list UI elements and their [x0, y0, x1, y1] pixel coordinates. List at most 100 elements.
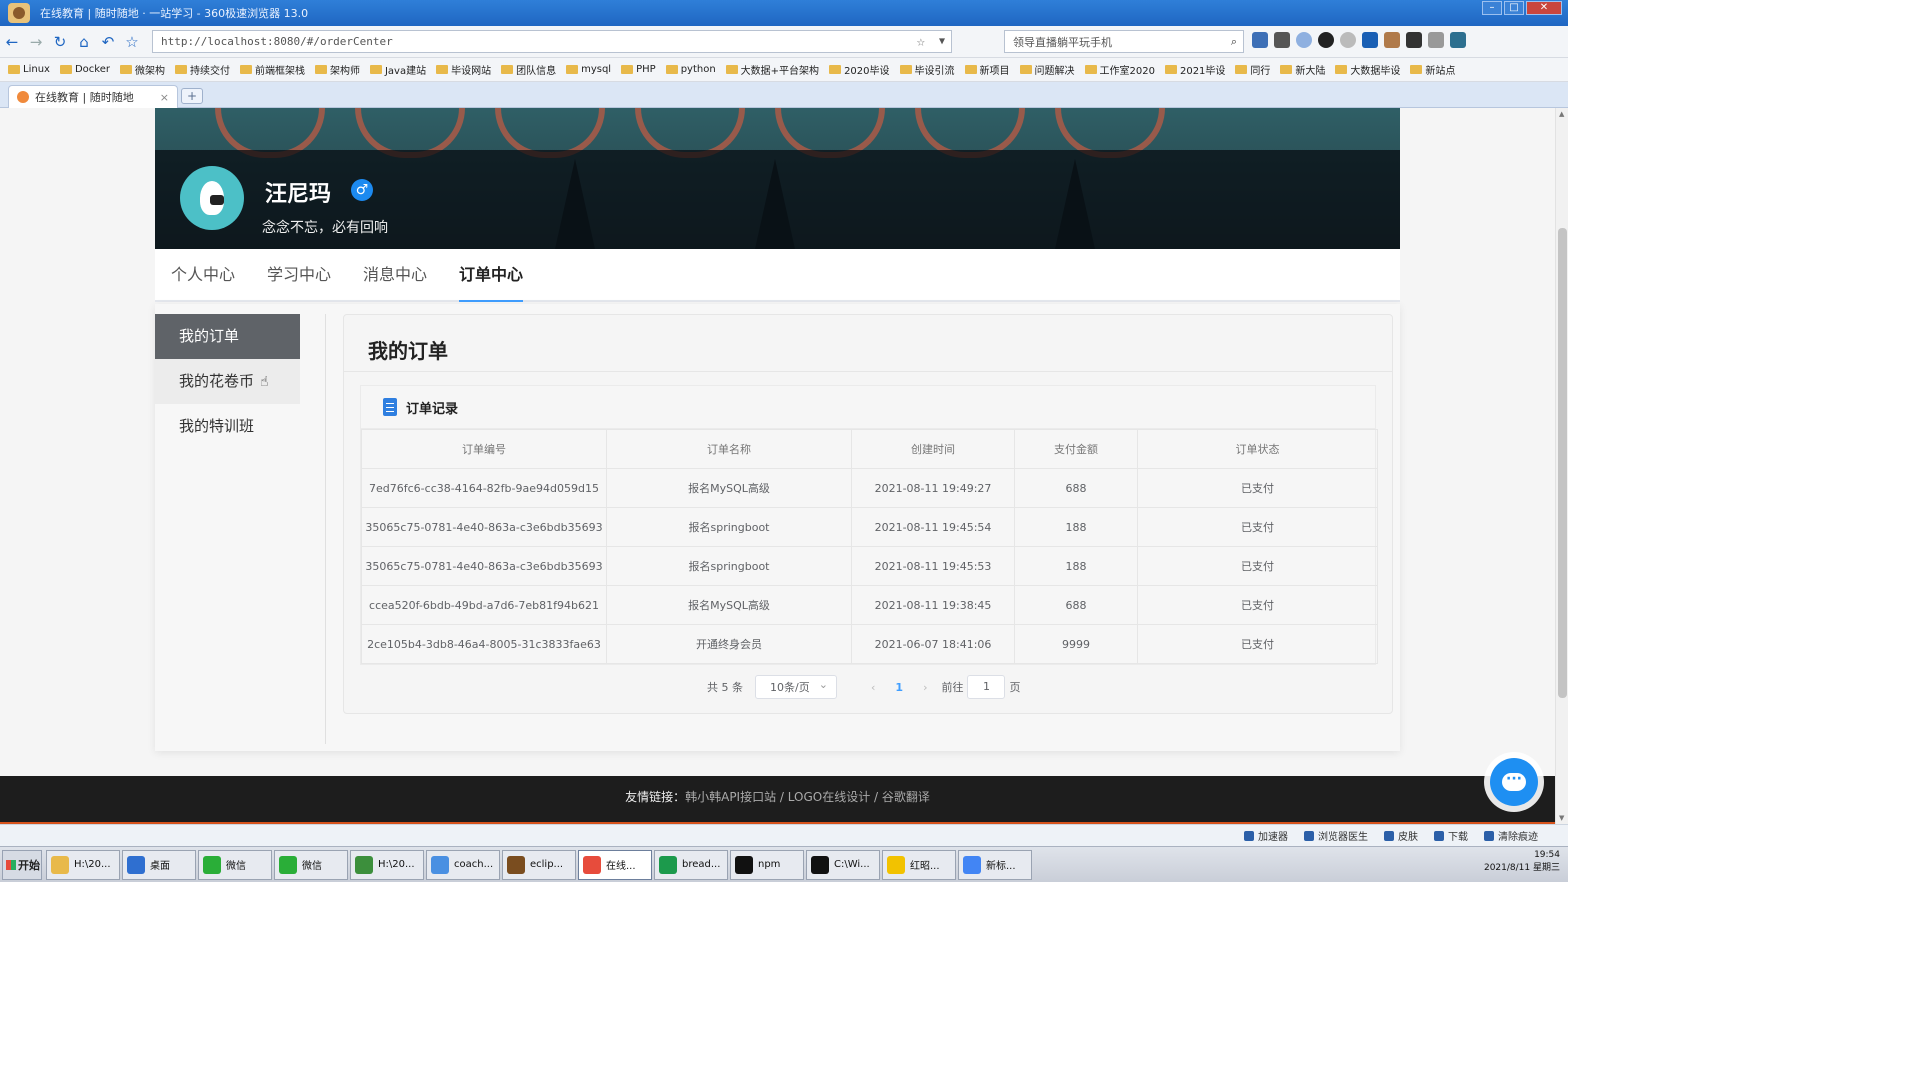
- extension-icon[interactable]: [1274, 32, 1290, 48]
- taskbar-item[interactable]: 微信: [198, 849, 272, 880]
- bookmark-item[interactable]: 新站点: [1410, 62, 1455, 77]
- browser-tab[interactable]: 在线教育 | 随时随地 ×: [8, 85, 178, 108]
- taskbar-item[interactable]: C:\Wi...: [806, 849, 880, 880]
- page-number[interactable]: 1: [895, 681, 903, 694]
- bookmark-item[interactable]: 毕设网站: [436, 62, 491, 77]
- bookmark-item[interactable]: Linux: [8, 64, 50, 75]
- taskbar-label: 新标...: [986, 861, 1016, 872]
- sidebar-item-my-training[interactable]: 我的特训班: [155, 404, 300, 449]
- address-dropdown-icon[interactable]: ▼: [939, 36, 945, 47]
- new-tab-button[interactable]: +: [181, 88, 203, 104]
- bookmark-item[interactable]: 同行: [1235, 62, 1270, 77]
- scroll-down-icon[interactable]: ▼: [1559, 814, 1564, 822]
- page-size-select[interactable]: 10条/页: [755, 675, 837, 699]
- bookmark-item[interactable]: 新项目: [964, 62, 1010, 77]
- footer-links[interactable]: 韩小韩API接口站 / LOGO在线设计 / 谷歌翻译: [685, 790, 930, 804]
- bookmark-item[interactable]: 新大陆: [1280, 62, 1325, 77]
- bookmark-item[interactable]: 问题解决: [1019, 62, 1075, 77]
- orders-table: 订单编号 订单名称 创建时间 支付金额 订单状态 7ed76fc6-cc38-4…: [361, 429, 1378, 664]
- statusbar-item[interactable]: 皮肤: [1384, 828, 1418, 843]
- bookmark-item[interactable]: 前端框架栈: [239, 62, 305, 77]
- page-scrollbar[interactable]: ▲ ▼: [1555, 108, 1568, 824]
- extension-icon[interactable]: [1296, 32, 1312, 48]
- undo-icon[interactable]: ↶: [96, 30, 120, 54]
- bookmark-item[interactable]: 大数据+平台架构: [725, 62, 819, 77]
- extension-icon[interactable]: [1340, 32, 1356, 48]
- extension-icon[interactable]: [1252, 32, 1268, 48]
- bookmark-item[interactable]: 工作室2020: [1084, 62, 1155, 77]
- tab-learning-center[interactable]: 学习中心: [267, 248, 331, 301]
- bookmark-item[interactable]: 2020毕设: [829, 62, 890, 77]
- bookmark-item[interactable]: 大数据毕设: [1335, 62, 1400, 77]
- minimize-button[interactable]: –: [1482, 1, 1502, 15]
- taskbar-item[interactable]: bread...: [654, 849, 728, 880]
- statusbar-item[interactable]: 浏览器医生: [1304, 828, 1368, 843]
- taskbar-item[interactable]: eclip...: [502, 849, 576, 880]
- extension-icon[interactable]: [1406, 32, 1422, 48]
- extension-icon[interactable]: [1318, 32, 1334, 48]
- favorite-icon[interactable]: ☆: [120, 30, 144, 54]
- bookmark-item[interactable]: mysql: [566, 64, 611, 75]
- chat-icon: [1502, 771, 1526, 791]
- scroll-up-icon[interactable]: ▲: [1559, 110, 1564, 118]
- avatar[interactable]: [180, 166, 244, 230]
- bookmark-item[interactable]: Java建站: [369, 62, 426, 77]
- statusbar-item[interactable]: 清除痕迹: [1484, 828, 1538, 843]
- address-bar[interactable]: http://localhost:8080/#/orderCenter ☆ ▼: [152, 30, 952, 53]
- extension-icon[interactable]: [1362, 32, 1378, 48]
- sidebar-item-my-coins[interactable]: 我的花卷币 ☝: [155, 359, 300, 404]
- next-page-icon[interactable]: ›: [923, 681, 927, 694]
- tab-order-center[interactable]: 订单中心: [459, 248, 524, 302]
- taskbar-item[interactable]: npm: [730, 849, 804, 880]
- search-icon[interactable]: ⌕: [1231, 35, 1237, 49]
- close-window-button[interactable]: ✕: [1526, 1, 1562, 15]
- bookmark-item[interactable]: 2021毕设: [1164, 62, 1225, 77]
- tab-message-center[interactable]: 消息中心: [363, 248, 427, 301]
- start-button[interactable]: 开始: [2, 849, 42, 880]
- statusbar-icon: [1384, 830, 1394, 841]
- taskbar-item[interactable]: H:\20...: [46, 849, 120, 880]
- home-icon[interactable]: ⌂: [72, 30, 96, 54]
- bookmark-item[interactable]: 架构师: [314, 62, 360, 77]
- bookmark-item[interactable]: Docker: [59, 64, 110, 75]
- taskbar-item[interactable]: H:\20...: [350, 849, 424, 880]
- search-box[interactable]: 领导直播躺平玩手机 ⌕: [1004, 30, 1244, 53]
- bookmark-item[interactable]: 团队信息: [501, 62, 556, 77]
- taskbar-item[interactable]: 红昭...: [882, 849, 956, 880]
- taskbar-item[interactable]: 微信: [274, 849, 348, 880]
- back-icon[interactable]: ←: [0, 30, 24, 54]
- taskbar-item[interactable]: 在线...: [578, 849, 652, 880]
- taskbar-label: coach...: [454, 859, 494, 870]
- tab-close-icon[interactable]: ×: [160, 91, 169, 104]
- bookmark-star-icon[interactable]: ☆: [917, 34, 925, 50]
- chat-button[interactable]: [1490, 758, 1538, 806]
- bookmark-item[interactable]: 持续交付: [174, 62, 230, 77]
- bookmark-item[interactable]: 微架构: [119, 62, 165, 77]
- taskbar-item[interactable]: coach...: [426, 849, 500, 880]
- scrollbar-thumb[interactable]: [1558, 228, 1567, 698]
- prev-page-icon[interactable]: ‹: [871, 681, 875, 694]
- taskbar-item[interactable]: 新标...: [958, 849, 1032, 880]
- folder-icon: [501, 65, 514, 74]
- sidebar-item-my-orders[interactable]: 我的订单: [155, 314, 300, 359]
- statusbar-label: 清除痕迹: [1498, 832, 1538, 843]
- refresh-icon[interactable]: ↻: [48, 30, 72, 54]
- forward-icon[interactable]: →: [24, 30, 48, 54]
- profile-banner: 汪尼玛 ♂ 念念不忘，必有回响: [155, 108, 1400, 249]
- statusbar-item[interactable]: 下载: [1434, 828, 1468, 843]
- extension-icon[interactable]: [1428, 32, 1444, 48]
- bookmark-item[interactable]: 毕设引流: [899, 62, 955, 77]
- statusbar-item[interactable]: 加速器: [1244, 828, 1288, 843]
- taskbar-item[interactable]: 桌面: [122, 849, 196, 880]
- goto-page-input[interactable]: 1: [967, 675, 1006, 699]
- tab-title: 在线教育 | 随时随地: [35, 91, 134, 104]
- table-row: 7ed76fc6-cc38-4164-82fb-9ae94d059d15 报名My…: [361, 468, 1378, 508]
- taskbar-label: 微信: [302, 861, 322, 872]
- extension-icon[interactable]: [1384, 32, 1400, 48]
- bookmark-item[interactable]: python: [665, 64, 716, 75]
- maximize-button[interactable]: □: [1504, 1, 1524, 15]
- male-icon: ♂: [351, 179, 373, 201]
- bookmark-item[interactable]: PHP: [621, 64, 656, 75]
- tab-personal-center[interactable]: 个人中心: [171, 248, 235, 301]
- extension-icon[interactable]: [1450, 32, 1466, 48]
